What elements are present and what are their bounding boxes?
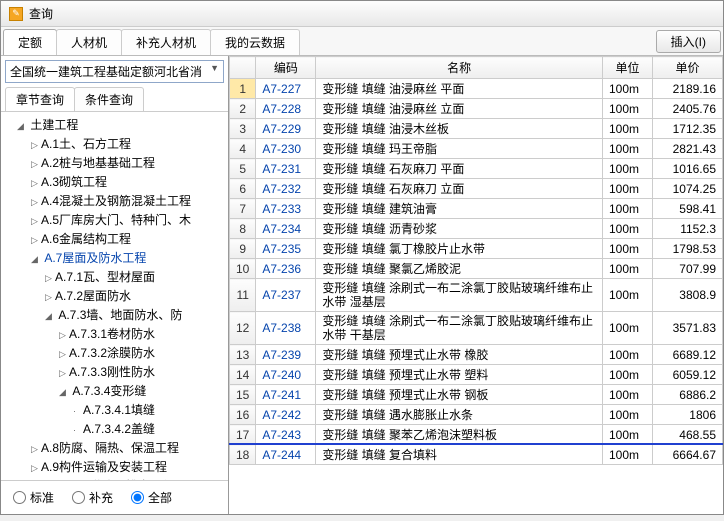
tree-node[interactable]: A.2桩与地基基础工程 xyxy=(41,154,155,172)
table-row[interactable]: 8A7-234变形缝 填缝 沥青砂浆100m1152.3 xyxy=(230,219,723,239)
tree-node[interactable]: A.8防腐、隔热、保温工程 xyxy=(41,439,179,457)
table-row[interactable]: 1A7-227变形缝 填缝 油浸麻丝 平面100m2189.16 xyxy=(230,79,723,99)
titlebar: ✎ 查询 xyxy=(1,1,723,27)
table-row[interactable]: 6A7-232变形缝 填缝 石灰麻刀 立面100m1074.25 xyxy=(230,179,723,199)
table-row[interactable]: 15A7-241变形缝 填缝 预埋式止水带 钢板100m6886.2 xyxy=(230,385,723,405)
tree-node[interactable]: A.1土、石方工程 xyxy=(41,135,131,153)
table-row[interactable]: 5A7-231变形缝 填缝 石灰麻刀 平面100m1016.65 xyxy=(230,159,723,179)
tree-root[interactable]: 土建工程 xyxy=(30,116,78,134)
tree-expander[interactable]: · xyxy=(73,421,83,439)
tree-expander[interactable]: ▷ xyxy=(59,345,69,363)
sub-tabbar: 章节查询条件查询 xyxy=(1,87,228,112)
tree-expander[interactable]: ▷ xyxy=(31,440,41,458)
tree-node[interactable]: A.10厂区道路及排水工程 xyxy=(41,477,174,480)
tree-expander[interactable]: ▷ xyxy=(31,136,41,154)
highlight-line xyxy=(229,443,723,445)
tree-node-a734[interactable]: A.7.3.4变形缝 xyxy=(72,382,146,400)
table-row[interactable]: 4A7-230变形缝 填缝 玛王帝脂100m2821.43 xyxy=(230,139,723,159)
tree-expander[interactable]: ▷ xyxy=(31,193,41,211)
radio-2[interactable]: 全部 xyxy=(131,489,172,506)
sub-tab-0[interactable]: 章节查询 xyxy=(5,87,75,111)
tree-expander[interactable]: ▷ xyxy=(31,174,41,192)
app-icon: ✎ xyxy=(9,7,23,21)
tree-node[interactable]: A.7.3.3刚性防水 xyxy=(69,363,155,381)
tree-node[interactable]: A.7.3.4.1填缝 xyxy=(83,401,155,419)
tree-expander[interactable]: ◢ xyxy=(17,117,27,135)
table-row[interactable]: 11A7-237变形缝 填缝 涂刷式一布二涂氯丁胶贴玻璃纤维布止水带 湿基层10… xyxy=(230,279,723,312)
tree-view[interactable]: ◢ 土建工程 ▷A.1土、石方工程▷A.2桩与地基基础工程▷A.3砌筑工程▷A.… xyxy=(1,112,228,480)
table-row[interactable]: 12A7-238变形缝 填缝 涂刷式一布二涂氯丁胶贴玻璃纤维布止水带 干基层10… xyxy=(230,312,723,345)
table-row[interactable]: 3A7-229变形缝 填缝 油浸木丝板100m1712.35 xyxy=(230,119,723,139)
tree-expander[interactable]: ▷ xyxy=(45,288,55,306)
tree-expander[interactable]: ◢ xyxy=(59,383,69,401)
catalog-dropdown[interactable]: 全国统一建筑工程基础定额河北省消 xyxy=(5,60,224,83)
table-row[interactable]: 9A7-235变形缝 填缝 氯丁橡胶片止水带100m1798.53 xyxy=(230,239,723,259)
table-row[interactable]: 2A7-228变形缝 填缝 油浸麻丝 立面100m2405.76 xyxy=(230,99,723,119)
radio-1[interactable]: 补充 xyxy=(72,489,113,506)
tree-expander[interactable]: ▷ xyxy=(31,459,41,477)
table-row[interactable]: 14A7-240变形缝 填缝 预埋式止水带 塑料100m6059.12 xyxy=(230,365,723,385)
table-row[interactable]: 10A7-236变形缝 填缝 聚氯乙烯胶泥100m707.99 xyxy=(230,259,723,279)
tree-node[interactable]: A.3砌筑工程 xyxy=(41,173,107,191)
table-row[interactable]: 17A7-243变形缝 填缝 聚苯乙烯泡沫塑料板100m468.55 xyxy=(230,425,723,445)
tree-node-a7[interactable]: A.7屋面及防水工程 xyxy=(44,249,146,267)
table-row[interactable]: 13A7-239变形缝 填缝 预埋式止水带 橡胶100m6689.12 xyxy=(230,345,723,365)
tree-expander[interactable]: ▷ xyxy=(31,212,41,230)
tree-node[interactable]: A.6金属结构工程 xyxy=(41,230,131,248)
tree-node[interactable]: A.9构件运输及安装工程 xyxy=(41,458,167,476)
tree-node[interactable]: A.7.1瓦、型材屋面 xyxy=(55,268,155,286)
tree-expander[interactable]: ▷ xyxy=(31,155,41,173)
tree-expander[interactable]: ▷ xyxy=(59,364,69,382)
table-row[interactable]: 18A7-244变形缝 填缝 复合填料100m6664.67 xyxy=(230,445,723,465)
tree-expander[interactable]: ◢ xyxy=(31,250,41,268)
main-tab-3[interactable]: 我的云数据 xyxy=(210,29,300,55)
tree-expander[interactable]: ◢ xyxy=(45,307,55,325)
col-header[interactable]: 单位 xyxy=(603,57,653,79)
insert-button[interactable]: 插入(I) xyxy=(656,30,721,53)
tree-node[interactable]: A.7.3.1卷材防水 xyxy=(69,325,155,343)
window-title: 查询 xyxy=(29,5,53,22)
tree-node-a73[interactable]: A.7.3墙、地面防水、防 xyxy=(58,306,182,324)
sub-tab-1[interactable]: 条件查询 xyxy=(74,87,144,111)
tree-expander[interactable]: ▷ xyxy=(45,269,55,287)
main-tab-2[interactable]: 补充人材机 xyxy=(121,29,211,55)
tree-expander[interactable]: ▷ xyxy=(31,478,41,480)
col-header[interactable]: 名称 xyxy=(316,57,603,79)
radio-0[interactable]: 标准 xyxy=(13,489,54,506)
col-header[interactable]: 编码 xyxy=(256,57,316,79)
col-header[interactable]: 单价 xyxy=(653,57,723,79)
main-tab-0[interactable]: 定额 xyxy=(3,29,57,55)
tree-node[interactable]: A.7.3.2涂膜防水 xyxy=(69,344,155,362)
tree-node[interactable]: A.5厂库房大门、特种门、木 xyxy=(41,211,191,229)
tree-node[interactable]: A.4混凝土及钢筋混凝土工程 xyxy=(41,192,191,210)
main-tab-1[interactable]: 人材机 xyxy=(56,29,122,55)
data-grid[interactable]: 编码名称单位单价 1A7-227变形缝 填缝 油浸麻丝 平面100m2189.1… xyxy=(229,56,723,514)
main-tabbar: 定额人材机补充人材机我的云数据 插入(I) xyxy=(1,27,723,56)
table-row[interactable]: 16A7-242变形缝 填缝 遇水膨胀止水条100m1806 xyxy=(230,405,723,425)
tree-node[interactable]: A.7.3.4.2盖缝 xyxy=(83,420,155,438)
tree-expander[interactable]: ▷ xyxy=(31,231,41,249)
tree-expander[interactable]: · xyxy=(73,402,83,420)
tree-expander[interactable]: ▷ xyxy=(59,326,69,344)
table-row[interactable]: 7A7-233变形缝 填缝 建筑油膏100m598.41 xyxy=(230,199,723,219)
tree-node[interactable]: A.7.2屋面防水 xyxy=(55,287,131,305)
filter-radios: 标准 补充 全部 xyxy=(1,480,228,514)
